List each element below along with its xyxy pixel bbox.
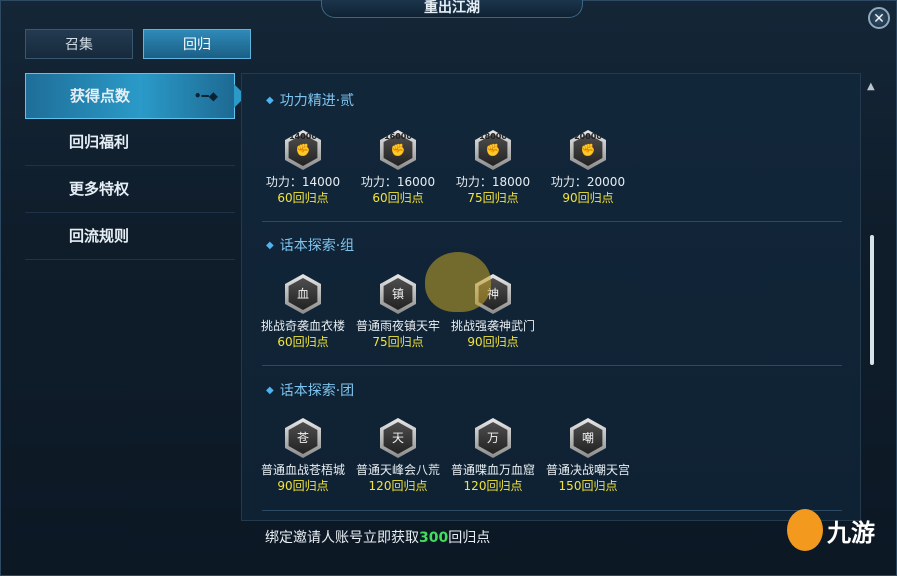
pagoda-icon: 血: [285, 274, 321, 314]
reward-item[interactable]: 苍 普通血战苍梧城 90回归点: [256, 418, 350, 494]
item-points: 120回归点: [368, 479, 428, 493]
item-name: 普通天峰会八荒: [355, 463, 440, 477]
reward-item[interactable]: 16000 ✊ 功力：16000 60回归点: [351, 130, 445, 206]
return-event-window: 重出江湖 ✕ 召集 回归 获得点数 •━◆ 回归福利 更多特权 回流规则 ◆ 功力…: [0, 0, 897, 576]
item-points: 90回归点: [277, 479, 329, 493]
brand-watermark: 九游: [827, 519, 875, 547]
item-name: 普通喋血万血窟: [450, 463, 535, 477]
sidebar-item-return-benefits[interactable]: 回归福利: [25, 119, 235, 166]
sidebar-item-label: 获得点数: [70, 87, 131, 105]
reward-item[interactable]: 血 挑战奇袭血衣楼 60回归点: [256, 274, 350, 350]
fist-icon: 14000 ✊: [285, 130, 321, 170]
item-points: 90回归点: [562, 191, 614, 205]
reward-item[interactable]: 18000 ✊ 功力：18000 75回归点: [446, 130, 540, 206]
scrollbar-thumb[interactable]: [870, 235, 874, 365]
mascot-watermark-icon: [425, 252, 491, 312]
item-points: 60回归点: [277, 191, 329, 205]
item-name: 功力：16000: [360, 175, 436, 189]
section-title: ◆ 话本探索·团: [266, 383, 355, 399]
sidebar-item-more-privileges[interactable]: 更多特权: [25, 166, 235, 213]
pagoda-icon: 万: [475, 418, 511, 458]
points-content-panel: ◆ 功力精进·贰 14000 ✊ 功力：14000 60回归点 16000 ✊ 功力：…: [241, 73, 861, 521]
sidebar-item-label: 更多特权: [69, 180, 130, 198]
reward-item[interactable]: 嘲 普通决战嘲天宫 150回归点: [541, 418, 635, 494]
reward-item[interactable]: 天 普通天峰会八荒 120回归点: [351, 418, 445, 494]
reward-item[interactable]: 万 普通喋血万血窟 120回归点: [446, 418, 540, 494]
reward-item[interactable]: 14000 ✊ 功力：14000 60回归点: [256, 130, 350, 206]
item-points: 75回归点: [372, 335, 424, 349]
item-name: 普通雨夜镇天牢: [355, 319, 440, 333]
close-button[interactable]: ✕: [868, 7, 890, 29]
tab-summon[interactable]: 召集: [25, 29, 133, 59]
pagoda-icon: 苍: [285, 418, 321, 458]
item-name: 功力：20000: [550, 175, 626, 189]
diamond-icon: ◆: [266, 240, 274, 251]
pagoda-icon: 天: [380, 418, 416, 458]
item-name: 功力：14000: [265, 175, 341, 189]
tab-bar: 召集 回归: [25, 29, 251, 59]
footer-highlight: 300: [419, 530, 449, 546]
pagoda-icon: 镇: [380, 274, 416, 314]
item-points: 150回归点: [558, 479, 618, 493]
sidebar-item-return-rules[interactable]: 回流规则: [25, 213, 235, 260]
diamond-icon: ◆: [266, 385, 274, 396]
diamond-icon: ◆: [266, 95, 274, 106]
tab-return[interactable]: 回归: [143, 29, 251, 59]
sidebar-item-earn-points[interactable]: 获得点数 •━◆: [25, 73, 246, 119]
jiuyou-logo-icon: [787, 509, 823, 551]
item-name: 功力：18000: [455, 175, 531, 189]
item-points: 60回归点: [372, 191, 424, 205]
reward-item[interactable]: 20000 ✊ 功力：20000 90回归点: [541, 130, 635, 206]
item-name: 普通血战苍梧城: [260, 463, 345, 477]
item-points: 60回归点: [277, 335, 329, 349]
footer-prefix: 绑定邀请人账号立即获取: [265, 530, 419, 546]
pagoda-icon: 嘲: [570, 418, 606, 458]
item-points: 75回归点: [467, 191, 519, 205]
fist-icon: 20000 ✊: [570, 130, 606, 170]
item-name: 普通决战嘲天宫: [545, 463, 630, 477]
item-name: 挑战奇袭血衣楼: [260, 319, 345, 333]
section-divider: [262, 221, 842, 222]
title-bar: 重出江湖: [321, 0, 583, 18]
section-divider: [262, 365, 842, 366]
footer-suffix: 回归点: [448, 530, 491, 546]
item-name: 挑战强袭神武门: [450, 319, 535, 333]
sidebar: 获得点数 •━◆ 回归福利 更多特权 回流规则: [25, 73, 246, 260]
section-divider: [262, 510, 842, 511]
section-title: ◆ 话本探索·组: [266, 238, 355, 254]
arrow-decoration-icon: •━◆: [193, 89, 218, 103]
fist-icon: 18000 ✊: [475, 130, 511, 170]
fist-icon: 16000 ✊: [380, 130, 416, 170]
item-points: 90回归点: [467, 335, 519, 349]
sidebar-item-label: 回流规则: [69, 227, 130, 245]
sidebar-item-label: 回归福利: [69, 133, 130, 151]
item-points: 120回归点: [463, 479, 523, 493]
footer-message: 绑定邀请人账号立即获取300回归点: [265, 527, 490, 547]
section-title: ◆ 功力精进·贰: [266, 93, 355, 109]
window-title: 重出江湖: [424, 0, 480, 16]
